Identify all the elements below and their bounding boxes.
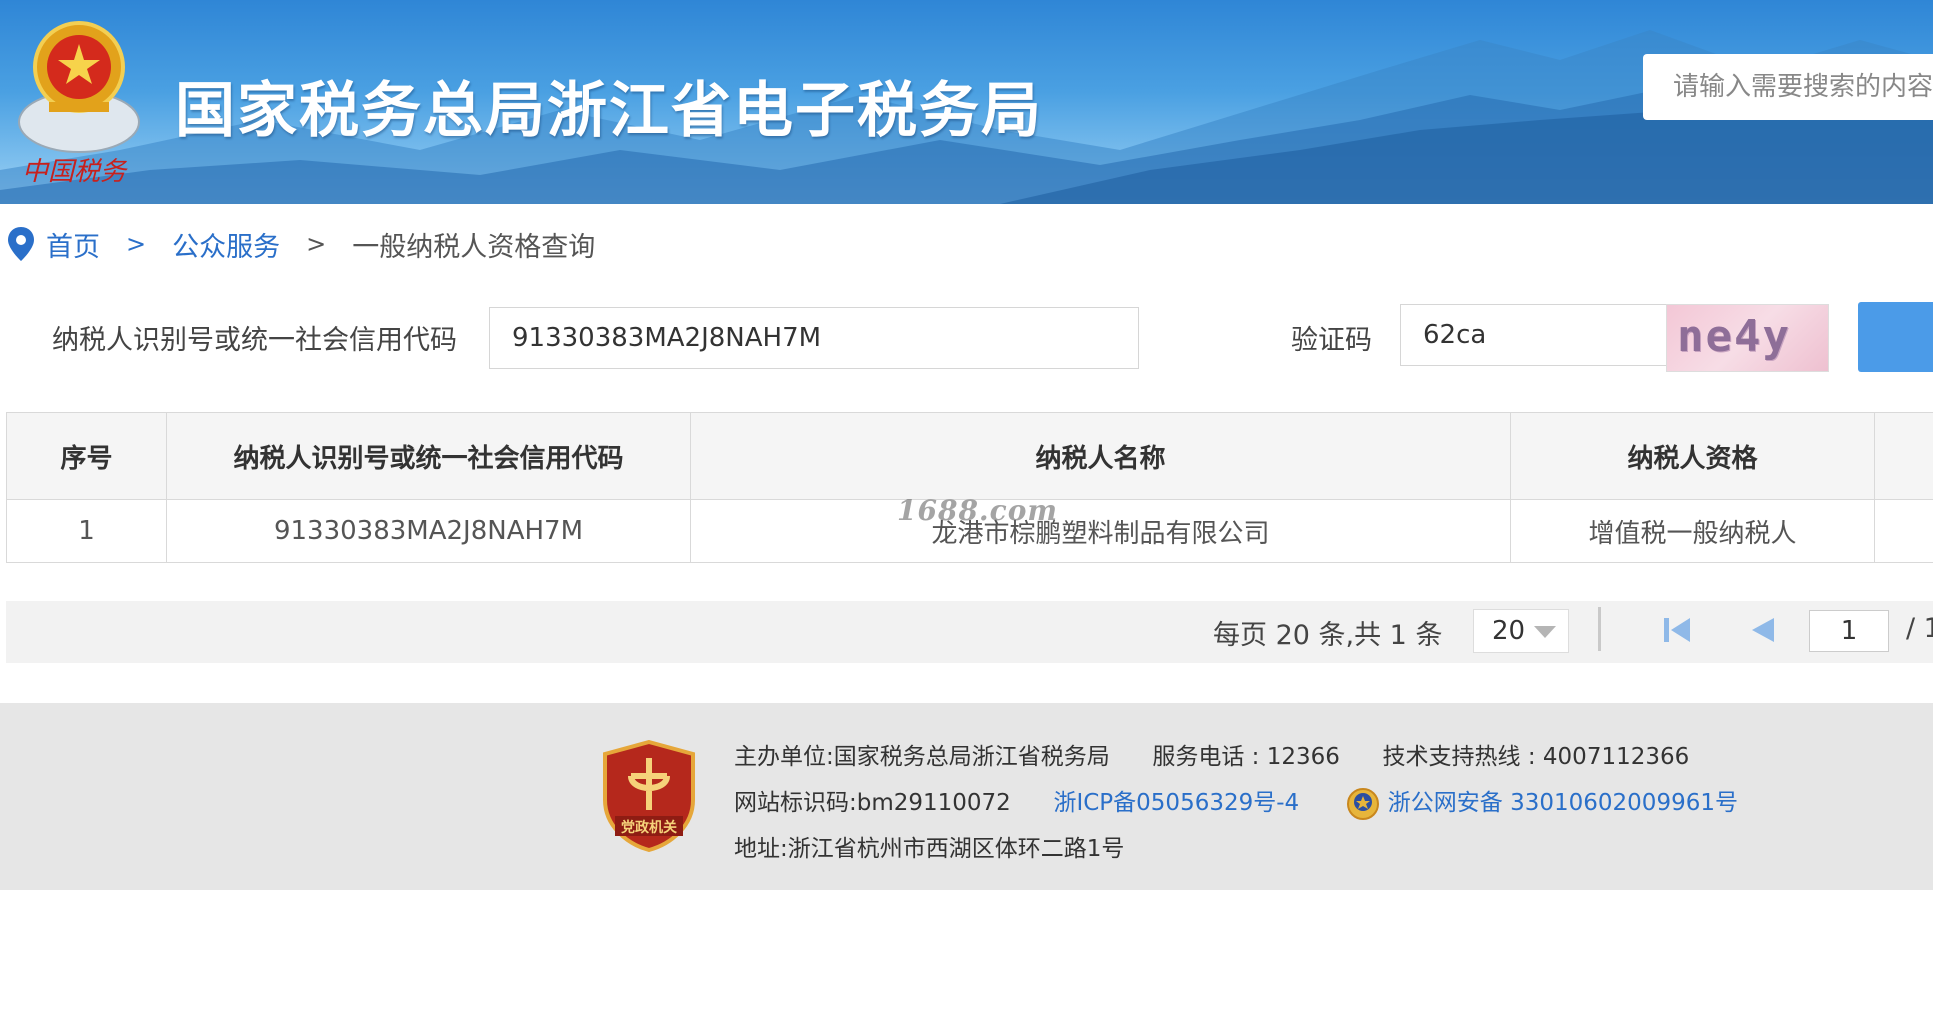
prev-page-icon[interactable]	[1748, 615, 1778, 645]
police-badge-icon	[1346, 787, 1379, 820]
column-header-taxpayer-name: 纳税人名称	[690, 412, 1511, 500]
breadcrumb-separator: >	[126, 230, 147, 258]
column-header-index: 序号	[6, 412, 167, 500]
svg-text:中国税务: 中国税务	[22, 157, 128, 187]
table-header-row: 序号 纳税人识别号或统一社会信用代码 纳税人名称 纳税人资格	[6, 412, 1933, 500]
current-page-input[interactable]	[1809, 610, 1889, 652]
column-header-taxpayer-status: 纳税人资格	[1510, 412, 1875, 500]
captcha-label: 验证码	[1291, 325, 1372, 356]
footer-police-link[interactable]: 浙公网安备 33010602009961号	[1388, 790, 1738, 816]
total-pages: / 1	[1906, 613, 1933, 644]
breadcrumb: 首页 > 公众服务 > 一般纳税人资格查询	[8, 224, 595, 264]
pagination-summary: 每页 20 条,共 1 条	[1213, 620, 1443, 651]
cell-taxpayer-id: 91330383MA2J8NAH7M	[166, 499, 691, 563]
location-pin-icon	[8, 227, 34, 261]
national-tax-emblem-icon: 中国税务	[18, 21, 140, 187]
footer-line-ids: 网站标识码:bm29110072 浙ICP备05056329号-4 浙公网安备 …	[734, 783, 1738, 821]
cell-index: 1	[6, 499, 167, 563]
watermark: 1688.com	[897, 494, 1059, 527]
chevron-down-icon	[1534, 626, 1556, 638]
cell-taxpayer-status: 增值税一般纳税人	[1510, 499, 1875, 563]
footer-host-value: 国家税务总局浙江省税务局	[833, 744, 1110, 770]
page-size-value: 20	[1492, 616, 1526, 646]
site-header: 中国税务 国家税务总局浙江省电子税务局	[0, 0, 1933, 204]
footer-host-label: 主办单位:	[734, 744, 834, 770]
pagination-bar: 每页 20 条,共 1 条 20 / 1	[6, 601, 1933, 663]
breadcrumb-section-link[interactable]: 公众服务	[172, 225, 280, 264]
footer-phone: 服务电话 : 12366	[1152, 744, 1340, 770]
taxpayer-id-label: 纳税人识别号或统一社会信用代码	[52, 325, 457, 356]
breadcrumb-home-link[interactable]: 首页	[46, 225, 100, 264]
breadcrumb-current: 一般纳税人资格查询	[352, 231, 596, 263]
query-button[interactable]	[1858, 302, 1933, 372]
footer-line-host: 主办单位:国家税务总局浙江省税务局 服务电话 : 12366 技术支持热线 : …	[734, 737, 1689, 771]
site-title: 国家税务总局浙江省电子税务局	[175, 76, 1043, 146]
site-search-input[interactable]	[1643, 54, 1933, 120]
footer-support: 技术支持热线 : 4007112366	[1382, 744, 1690, 770]
column-header-extra	[1874, 412, 1933, 500]
captcha-image-text: ne4y	[1677, 311, 1791, 362]
pagination-divider	[1598, 607, 1601, 651]
page-size-select[interactable]: 20	[1473, 609, 1569, 653]
captcha-input[interactable]	[1400, 304, 1668, 366]
footer-site-id: 网站标识码:bm29110072	[734, 790, 1011, 816]
first-page-icon[interactable]	[1662, 615, 1692, 645]
footer-address: 地址:浙江省杭州市西湖区体环二路1号	[734, 836, 1125, 862]
site-footer: 党政机关 主办单位:国家税务总局浙江省税务局 服务电话 : 12366 技术支持…	[0, 703, 1933, 890]
captcha-image[interactable]: ne4y	[1666, 304, 1829, 372]
cell-extra	[1874, 499, 1933, 563]
cell-taxpayer-name: 龙港市棕鹏塑料制品有限公司	[690, 499, 1511, 563]
column-header-taxpayer-id: 纳税人识别号或统一社会信用代码	[166, 412, 691, 500]
svg-text:党政机关: 党政机关	[621, 819, 677, 836]
breadcrumb-separator: >	[306, 230, 327, 258]
taxpayer-id-input[interactable]	[489, 307, 1139, 369]
party-govt-badge-icon[interactable]: 党政机关	[601, 740, 697, 852]
footer-icp-link[interactable]: 浙ICP备05056329号-4	[1053, 790, 1299, 816]
results-table: 序号 纳税人识别号或统一社会信用代码 纳税人名称 纳税人资格 1 9133038…	[6, 412, 1933, 563]
